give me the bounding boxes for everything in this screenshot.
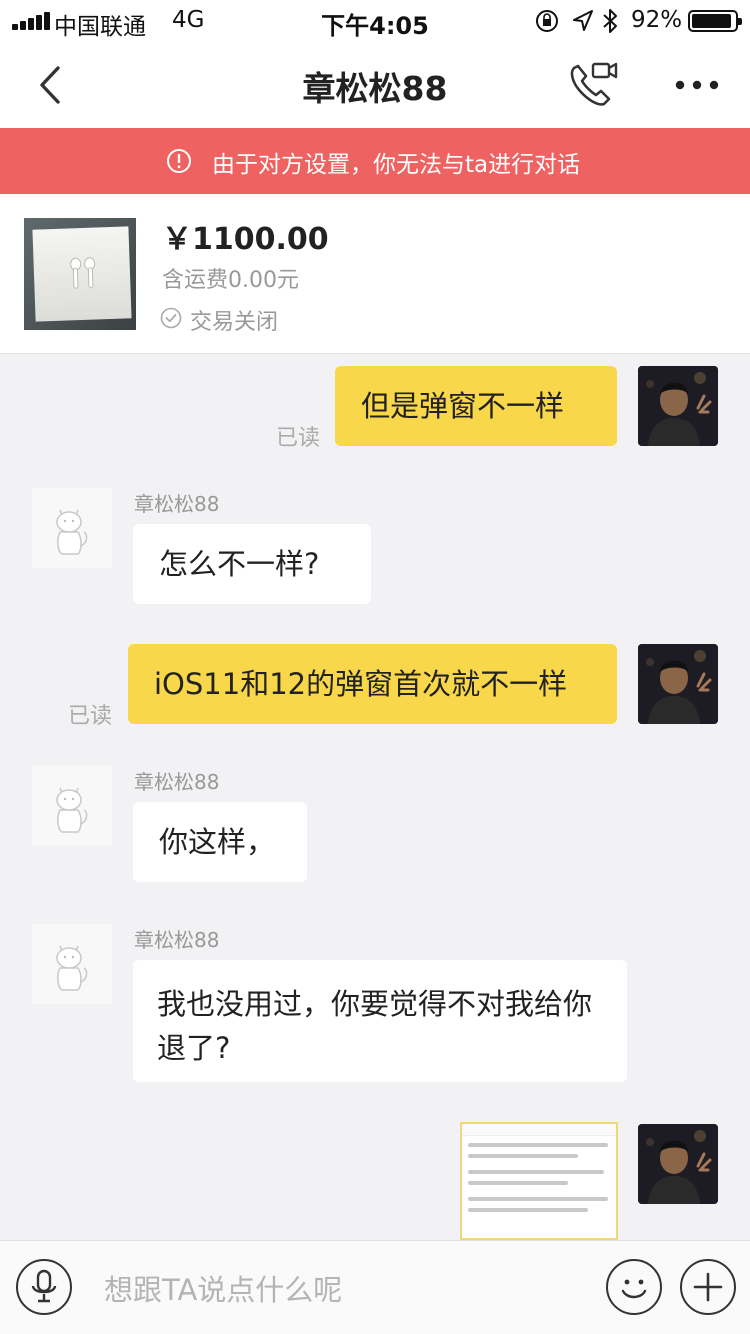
user-photo-icon	[638, 1124, 718, 1204]
user-photo-icon	[638, 366, 718, 446]
my-message-bubble[interactable]: 但是弹窗不一样	[335, 366, 617, 446]
bluetooth-icon	[603, 9, 617, 33]
voice-button[interactable]	[16, 1259, 72, 1315]
trade-status-text: 交易关闭	[190, 310, 279, 335]
contact-message-bubble[interactable]: 我也没用过，你要觉得不对我给你退了?	[133, 960, 627, 1082]
banner-text: 由于对方设置，你无法与ta进行对话	[212, 152, 581, 178]
my-avatar[interactable]	[638, 644, 718, 724]
contact-message-bubble[interactable]: 你这样，	[133, 802, 307, 882]
video-call-icon	[570, 62, 618, 106]
shipping-fee: 含运费0.00元	[162, 268, 299, 293]
info-icon	[167, 149, 191, 173]
emoji-icon	[621, 1279, 647, 1299]
contact-avatar[interactable]	[32, 766, 112, 846]
earbuds-icon	[70, 257, 96, 289]
read-receipt: 已读	[68, 704, 113, 729]
product-image[interactable]	[24, 218, 136, 330]
image-message[interactable]	[460, 1122, 618, 1240]
product-card[interactable]: ￥1100.00 含运费0.00元 交易关闭	[0, 194, 750, 354]
sender-name: 章松松88	[134, 770, 220, 794]
check-circle-icon	[160, 307, 182, 329]
cannot-chat-banner: 由于对方设置，你无法与ta进行对话	[0, 128, 750, 194]
cat-avatar-icon	[32, 924, 112, 1004]
video-call-button[interactable]	[566, 58, 622, 110]
more-dots-icon	[675, 80, 719, 90]
status-icons	[536, 9, 617, 33]
sender-name: 章松松88	[134, 928, 220, 952]
chat-title: 章松松88	[302, 69, 448, 108]
read-receipt: 已读	[276, 426, 321, 451]
sender-name: 章松松88	[134, 492, 220, 516]
nav-bar: 章松松88	[0, 42, 750, 128]
rotation-lock-icon	[536, 10, 558, 32]
input-bar: 想跟TA说点什么呢	[0, 1240, 750, 1334]
my-avatar[interactable]	[638, 1124, 718, 1204]
microphone-icon	[31, 1269, 57, 1303]
more-actions-button[interactable]	[680, 1259, 736, 1315]
plus-icon	[693, 1272, 723, 1302]
battery-fill	[692, 14, 731, 28]
product-price: ￥1100.00	[162, 222, 329, 257]
my-avatar[interactable]	[638, 366, 718, 446]
battery-percent: 92%	[631, 7, 683, 33]
location-icon	[573, 10, 593, 31]
cat-avatar-icon	[32, 488, 112, 568]
cat-avatar-icon	[32, 766, 112, 846]
user-photo-icon	[638, 644, 718, 724]
status-bar: 中国联通 4G 下午4:05 92%	[0, 0, 750, 42]
emoji-button[interactable]	[606, 1259, 662, 1315]
more-options-button[interactable]	[672, 62, 722, 108]
contact-avatar[interactable]	[32, 924, 112, 1004]
contact-avatar[interactable]	[32, 488, 112, 568]
contact-message-bubble[interactable]: 怎么不一样?	[133, 524, 371, 604]
battery-icon	[688, 10, 742, 32]
my-message-bubble[interactable]: iOS11和12的弹窗首次就不一样	[128, 644, 617, 724]
message-input[interactable]: 想跟TA说点什么呢	[104, 1267, 342, 1309]
